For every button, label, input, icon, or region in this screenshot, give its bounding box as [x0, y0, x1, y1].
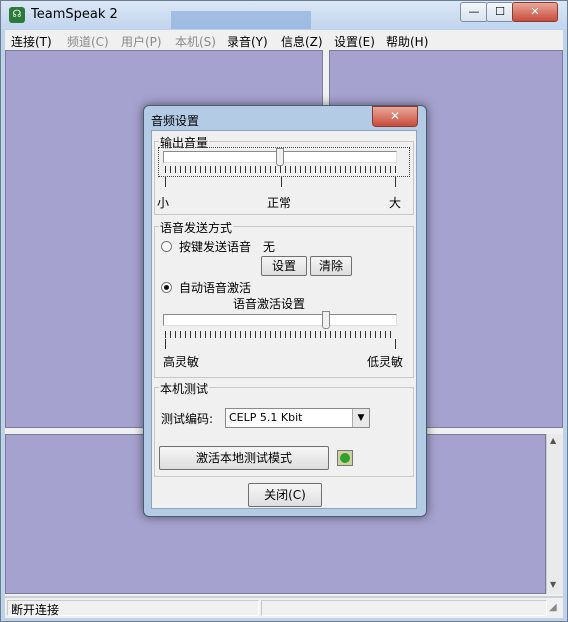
local-test-group: 本机测试 测试编码: CELP 5.1 Kbit ▼ 激活本地测试模式 [154, 380, 414, 477]
maximize-button[interactable]: ☐ [486, 2, 514, 22]
output-mid-label: 正常 [267, 196, 292, 210]
title-bar-highlight [171, 11, 311, 29]
local-test-label: 本机测试 [159, 380, 210, 397]
dialog-ok-close-button[interactable]: 关闭(C) [248, 483, 322, 507]
push-to-talk-label: 按键发送语音 [179, 240, 252, 254]
close-button[interactable]: ✕ [512, 2, 558, 22]
voice-activation-slider[interactable] [163, 311, 399, 338]
output-min-label: 小 [157, 196, 170, 210]
voice-transmission-label: 语音发送方式 [159, 219, 234, 236]
voice-activation-label: 自动语音激活 [179, 281, 252, 295]
tick-min [165, 177, 166, 187]
low-sensitivity-label: 低灵敏 [367, 355, 404, 369]
dialog-close-button[interactable]: ✕ [372, 106, 418, 127]
menu-info[interactable]: 信息(Z) [281, 33, 323, 50]
output-volume-ticks [165, 166, 397, 173]
menu-channel[interactable]: 频道(C) [67, 33, 109, 50]
voice-activation-slider-title: 语音激活设置 [233, 297, 306, 311]
voice-activation-radio[interactable] [161, 282, 172, 293]
menu-connect[interactable]: 连接(T) [11, 33, 52, 50]
test-status-led-icon [337, 450, 353, 466]
set-hotkey-button[interactable]: 设置 [261, 256, 307, 276]
push-to-talk-key: 无 [263, 240, 276, 254]
status-bar: 断开连接 ◢ [5, 597, 563, 618]
clear-hotkey-button[interactable]: 清除 [310, 256, 352, 276]
minimize-button[interactable]: — [460, 2, 488, 22]
audio-settings-dialog: 音频设置 ✕ 输出音量 小 正常 大 语音发送方式 按键发送语音 无 设置 清除 [143, 105, 427, 517]
scroll-up-icon[interactable]: ▲ [550, 436, 556, 445]
voice-transmission-group: 语音发送方式 按键发送语音 无 设置 清除 自动语音激活 语音激活设置 高灵敏 … [154, 219, 414, 378]
tick-high [165, 339, 166, 349]
codec-value: CELP 5.1 Kbit [229, 411, 303, 424]
activate-local-test-button[interactable]: 激活本地测试模式 [159, 446, 329, 470]
codec-label: 测试编码: [161, 412, 214, 426]
resize-grip-icon[interactable]: ◢ [549, 602, 557, 613]
dialog-title: 音频设置 [151, 114, 200, 128]
status-connection: 断开连接 [11, 603, 60, 617]
menu-help[interactable]: 帮助(H) [386, 33, 428, 50]
window-title: TeamSpeak 2 [31, 7, 118, 22]
voice-activation-thumb[interactable] [322, 311, 331, 329]
high-sensitivity-label: 高灵敏 [163, 355, 200, 369]
scroll-down-icon[interactable]: ▼ [550, 580, 556, 589]
menu-record[interactable]: 录音(Y) [227, 33, 268, 50]
voice-activation-ticks [165, 331, 395, 338]
output-volume-slider[interactable] [158, 147, 410, 177]
tick-mid [281, 177, 282, 187]
voice-activation-track [163, 314, 397, 326]
teamspeak-icon: ☊ [9, 7, 25, 23]
output-max-label: 大 [389, 196, 402, 210]
menu-self[interactable]: 本机(S) [175, 33, 216, 50]
menu-bar: 连接(T) 频道(C) 用户(P) 本机(S) 录音(Y) 信息(Z) 设置(E… [5, 30, 563, 50]
vertical-scrollbar[interactable]: ▲ ▼ [546, 434, 563, 594]
status-cell-info [261, 600, 547, 616]
menu-user[interactable]: 用户(P) [121, 33, 162, 50]
title-bar[interactable]: ☊ TeamSpeak 2 — ☐ ✕ [1, 1, 567, 29]
output-volume-group: 输出音量 小 正常 大 [154, 134, 414, 215]
codec-select[interactable]: CELP 5.1 Kbit ▼ [225, 408, 370, 428]
menu-settings[interactable]: 设置(E) [334, 33, 375, 50]
push-to-talk-radio[interactable] [161, 241, 172, 252]
dialog-body: 输出音量 小 正常 大 语音发送方式 按键发送语音 无 设置 清除 自动语音激活… [151, 130, 417, 509]
tick-max [395, 177, 396, 187]
tick-low [395, 339, 396, 349]
output-volume-thumb[interactable] [276, 148, 284, 166]
chevron-down-icon[interactable]: ▼ [352, 409, 369, 427]
